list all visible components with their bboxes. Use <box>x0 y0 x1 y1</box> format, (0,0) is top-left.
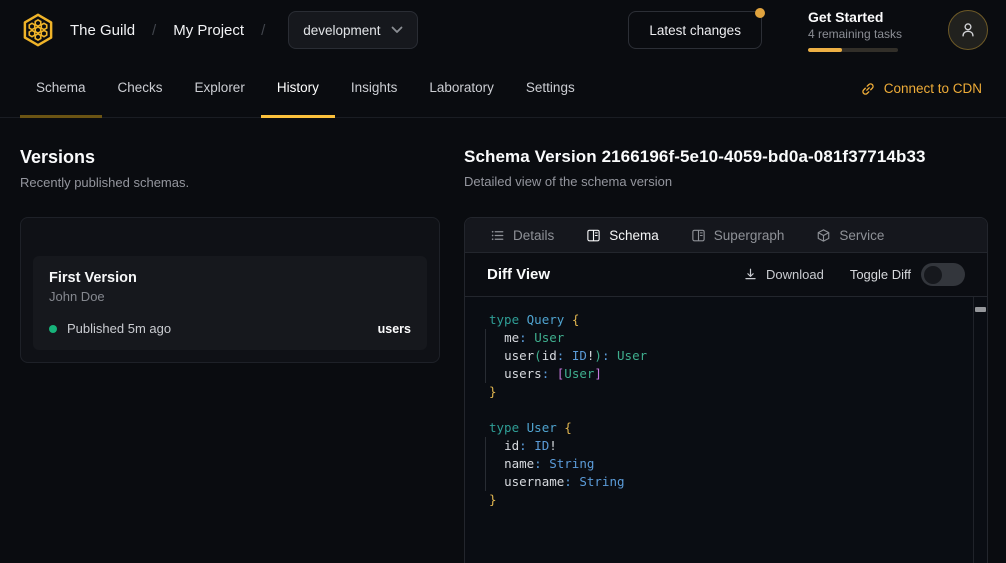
nav-tab-laboratory[interactable]: Laboratory <box>413 60 510 118</box>
columns-icon <box>586 228 601 243</box>
breadcrumb-project[interactable]: My Project <box>173 22 244 39</box>
version-name: First Version <box>49 270 411 286</box>
latest-changes-button[interactable]: Latest changes <box>628 11 762 49</box>
person-icon <box>959 21 977 39</box>
code-line: me: User <box>489 329 963 347</box>
nav-tab-insights[interactable]: Insights <box>335 60 414 118</box>
code-line <box>489 401 963 419</box>
graphql-schema-code: type Query { me: User user(id: ID!): Use… <box>465 297 987 523</box>
code-line: } <box>489 491 963 509</box>
detail-tab-label: Supergraph <box>714 228 785 243</box>
versions-title: Versions <box>20 147 440 168</box>
detail-tab-label: Schema <box>609 228 659 243</box>
version-service-badge: users <box>378 322 411 336</box>
schema-version-title: Schema Version 2166196f-5e10-4059-bd0a-0… <box>464 147 988 167</box>
chevron-down-icon <box>391 26 403 34</box>
connect-to-cdn-label: Connect to CDN <box>884 81 982 96</box>
latest-changes-label: Latest changes <box>649 23 741 38</box>
breadcrumb-separator: / <box>261 22 265 39</box>
top-header: The Guild / My Project / development Lat… <box>0 0 1006 60</box>
connect-to-cdn-link[interactable]: Connect to CDN <box>856 60 986 117</box>
code-line: id: ID! <box>489 437 963 455</box>
list-icon <box>490 228 505 243</box>
download-button[interactable]: Download <box>743 267 824 282</box>
code-scrollbar-thumb[interactable] <box>975 307 986 312</box>
code-line: } <box>489 383 963 401</box>
schema-code-viewer: type Query { me: User user(id: ID!): Use… <box>465 296 987 563</box>
detail-tabs: Details Schema Supergraph Service <box>465 218 987 253</box>
breadcrumb-separator: / <box>152 22 156 39</box>
main-nav: SchemaChecksExplorerHistoryInsightsLabor… <box>0 60 1006 118</box>
breadcrumb-org[interactable]: The Guild <box>70 22 135 39</box>
nav-tab-explorer[interactable]: Explorer <box>179 60 261 118</box>
hive-logo-icon <box>19 11 57 49</box>
schema-version-subtitle: Detailed view of the schema version <box>464 174 988 189</box>
versions-panel: Versions Recently published schemas. Fir… <box>0 118 464 563</box>
diff-view-toolbar: Diff View Download Toggle Diff <box>465 253 987 296</box>
detail-tab-supergraph[interactable]: Supergraph <box>678 218 798 252</box>
nav-tabs: SchemaChecksExplorerHistoryInsightsLabor… <box>20 60 591 117</box>
detail-tab-schema[interactable]: Schema <box>573 218 672 252</box>
published-dot <box>49 325 57 333</box>
indent-guide <box>485 437 486 491</box>
code-line: username: String <box>489 473 963 491</box>
box-icon <box>816 228 831 243</box>
toggle-diff-switch[interactable] <box>921 263 965 286</box>
detail-tab-details[interactable]: Details <box>477 218 567 252</box>
get-started-title: Get Started <box>808 9 902 25</box>
version-status-row: Published 5m ago users <box>49 321 411 336</box>
code-line: users: [User] <box>489 365 963 383</box>
get-started-subtitle: 4 remaining tasks <box>808 27 902 41</box>
toggle-diff-label: Toggle Diff <box>850 267 911 282</box>
schema-detail-card: Details Schema Supergraph Service Diff View… <box>464 217 988 563</box>
versions-card: First Version John Doe Published 5m ago … <box>20 217 440 363</box>
nav-tab-history[interactable]: History <box>261 60 335 118</box>
version-author: John Doe <box>49 289 411 304</box>
code-scrollbar[interactable] <box>973 297 987 563</box>
nav-tab-checks[interactable]: Checks <box>102 60 179 118</box>
nav-tab-schema[interactable]: Schema <box>20 60 102 118</box>
versions-subtitle: Recently published schemas. <box>20 175 440 190</box>
hive-logo[interactable] <box>18 10 58 50</box>
detail-tab-label: Service <box>839 228 884 243</box>
download-label: Download <box>766 267 824 282</box>
version-status: Published 5m ago <box>67 321 171 336</box>
get-started-widget[interactable]: Get Started 4 remaining tasks <box>808 9 902 52</box>
breadcrumb: The Guild / My Project / development <box>70 11 418 49</box>
nav-tab-settings[interactable]: Settings <box>510 60 591 118</box>
diff-view-title: Diff View <box>487 266 550 283</box>
target-select[interactable]: development <box>288 11 417 49</box>
code-line: user(id: ID!): User <box>489 347 963 365</box>
get-started-progress-fill <box>808 48 842 52</box>
target-select-value: development <box>303 23 380 38</box>
toggle-knob <box>924 266 942 284</box>
notification-dot <box>755 8 765 18</box>
get-started-progressbar <box>808 48 898 52</box>
detail-tab-service[interactable]: Service <box>803 218 897 252</box>
code-line: type User { <box>489 419 963 437</box>
columns-icon <box>691 228 706 243</box>
schema-version-panel: Schema Version 2166196f-5e10-4059-bd0a-0… <box>464 118 1006 563</box>
detail-tab-label: Details <box>513 228 554 243</box>
user-avatar[interactable] <box>948 10 988 50</box>
version-list-item[interactable]: First Version John Doe Published 5m ago … <box>33 256 427 350</box>
main-content: Versions Recently published schemas. Fir… <box>0 118 1006 563</box>
code-line: name: String <box>489 455 963 473</box>
link-icon <box>860 81 876 97</box>
download-icon <box>743 267 758 282</box>
indent-guide <box>485 329 486 383</box>
code-line: type Query { <box>489 311 963 329</box>
